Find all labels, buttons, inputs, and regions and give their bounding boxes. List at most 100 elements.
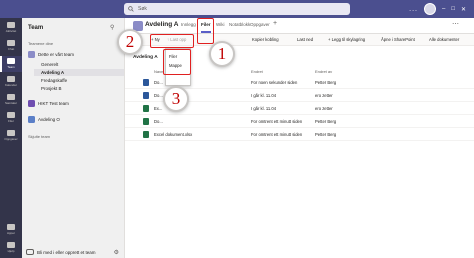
chat-icon	[7, 40, 15, 46]
rail-label: Oppgaver	[4, 137, 18, 141]
open-sharepoint-button[interactable]: Åpne i SharePoint	[381, 37, 415, 42]
filter-icon[interactable]: ⚲	[110, 24, 114, 31]
team-item[interactable]: Dette er vårt team	[26, 49, 124, 59]
file-name[interactable]: Do...	[154, 119, 163, 124]
calendar-icon	[7, 76, 15, 82]
gear-icon[interactable]: ⚙	[114, 249, 119, 256]
callout-1: 1	[209, 41, 235, 67]
title-bar: Søk ... – □ ✕	[0, 0, 474, 18]
panel-title: Team	[28, 25, 44, 31]
table-row[interactable]: Excel dokument.xlsx For omtrent ett minu…	[125, 128, 474, 141]
phone-icon	[7, 94, 15, 100]
team-item[interactable]: HIKT Test team	[26, 98, 124, 108]
team-name: Avdeling O	[38, 116, 60, 122]
breadcrumb: Avdeling A	[133, 55, 158, 60]
file-modified-by: Petter Berg	[315, 119, 337, 124]
team-avatar-icon	[28, 50, 35, 58]
channel-item[interactable]: Prosjekt B	[40, 85, 124, 92]
file-modified-by: ero zetter	[315, 106, 333, 111]
file-modified: For omtrent ett minutt siden	[251, 132, 303, 137]
highlight-new-menu	[163, 49, 191, 75]
rail-item-files[interactable]: Filer	[0, 110, 22, 126]
tab-wiki[interactable]: Wiki	[216, 22, 225, 27]
team-name: Dette er vårt team	[38, 51, 75, 57]
rail-item-teams[interactable]: Team	[0, 56, 22, 72]
rail-label: Chat	[7, 47, 15, 51]
team-avatar-icon	[28, 99, 35, 107]
rail-label: Apper	[6, 231, 15, 235]
rail-item-calendar[interactable]: Kalender	[0, 74, 22, 90]
your-teams-label: Teamene dine	[28, 41, 54, 46]
word-file-icon	[143, 79, 149, 86]
rail-item-chat[interactable]: Chat	[0, 38, 22, 54]
avatar[interactable]	[424, 3, 436, 15]
column-header-modified[interactable]: Endret	[251, 69, 263, 74]
apps-icon	[7, 224, 15, 230]
copy-link-button[interactable]: Kopier kobling	[252, 37, 279, 42]
callout-3: 3	[163, 86, 189, 112]
maximize-button[interactable]: □	[451, 6, 455, 13]
column-header-modified-by[interactable]: Endret av	[315, 69, 332, 74]
join-create-label: Bli med i eller opprett et team	[37, 249, 96, 255]
file-name[interactable]: Excel dokument.xlsx	[154, 132, 192, 137]
file-modified: I går kl. 11.04	[251, 93, 277, 98]
team-avatar-icon	[28, 115, 35, 123]
rail-item-calls[interactable]: Samtaler	[0, 92, 22, 108]
people-icon	[26, 249, 34, 255]
highlight-files-tab	[197, 18, 214, 44]
highlight-new-button	[150, 34, 194, 48]
file-name[interactable]: Ex...	[154, 106, 162, 111]
excel-file-icon	[143, 118, 149, 125]
hidden-teams-label[interactable]: Skjulte team	[28, 134, 50, 139]
rail-item-activity[interactable]: Aktivitet	[0, 20, 22, 36]
all-documents-dropdown[interactable]: Alle dokumenter	[429, 37, 459, 42]
rail-label: Samtaler	[4, 101, 17, 105]
search-icon	[128, 6, 134, 12]
file-name[interactable]: Do...	[154, 93, 163, 98]
search-box[interactable]: Søk	[124, 3, 350, 15]
callout-2: 2	[117, 29, 143, 55]
file-modified: For omtrent ett minutt siden	[251, 119, 303, 124]
close-button[interactable]: ✕	[461, 6, 466, 13]
table-row[interactable]: Do... For omtrent ett minutt siden Pette…	[125, 115, 474, 128]
tab-notatblokk[interactable]: Notatblokk	[229, 22, 250, 27]
teams-icon	[7, 58, 15, 64]
channel-header: Avdeling A Innlegg Filer Wiki Notatblokk…	[125, 18, 474, 34]
minimize-button[interactable]: –	[442, 6, 445, 13]
file-modified: For noen sekunder siden	[251, 80, 298, 85]
app-rail: Aktivitet Chat Team Kalender Samtaler Fi…	[0, 18, 22, 258]
tasks-icon	[7, 130, 15, 136]
join-create-team[interactable]: Bli med i eller opprett et team ⚙	[26, 246, 124, 258]
column-header-name[interactable]: Navn	[154, 69, 163, 74]
rail-label: Aktivitet	[5, 29, 17, 33]
titlebar-right: ... – □ ✕	[409, 2, 466, 16]
file-modified: I går kl. 11.04	[251, 106, 277, 111]
channel-item[interactable]: Generelt	[40, 61, 124, 68]
word-file-icon	[143, 92, 149, 99]
file-modified-by: Petter Berg	[315, 80, 337, 85]
tab-oppgaver[interactable]: Oppgaver	[250, 22, 270, 27]
rail-item-apps[interactable]: Apper	[0, 222, 22, 238]
team-item[interactable]: Avdeling O	[26, 114, 124, 124]
channel-item-selected[interactable]: Avdeling A	[34, 69, 124, 76]
window-controls: – □ ✕	[442, 6, 466, 13]
rail-item-tasks[interactable]: Oppgaver	[0, 128, 22, 144]
more-icon[interactable]: ⋯	[452, 20, 459, 28]
excel-file-icon	[143, 105, 149, 112]
download-button[interactable]: Last ned	[297, 37, 313, 42]
add-cloud-storage-button[interactable]: + Legg til skylagring	[328, 37, 365, 42]
team-name: HIKT Test team	[38, 100, 69, 106]
rail-item-help[interactable]: Hjelp	[0, 240, 22, 256]
teams-panel: Team ⚲ Teamene dine Dette er vårt team G…	[22, 18, 125, 258]
channel-title: Avdeling A	[145, 21, 179, 28]
help-icon	[7, 242, 15, 248]
file-name[interactable]: Do...	[154, 80, 163, 85]
file-modified-by: ero zetter	[315, 93, 333, 98]
search-placeholder: Søk	[138, 6, 147, 12]
file-icon	[7, 112, 15, 118]
channel-item[interactable]: Fredagskaffe	[40, 77, 124, 84]
tab-innlegg[interactable]: Innlegg	[181, 22, 196, 27]
add-tab-button[interactable]: +	[273, 20, 277, 27]
rail-label: Team	[7, 65, 15, 69]
more-options-button[interactable]: ...	[409, 6, 418, 13]
